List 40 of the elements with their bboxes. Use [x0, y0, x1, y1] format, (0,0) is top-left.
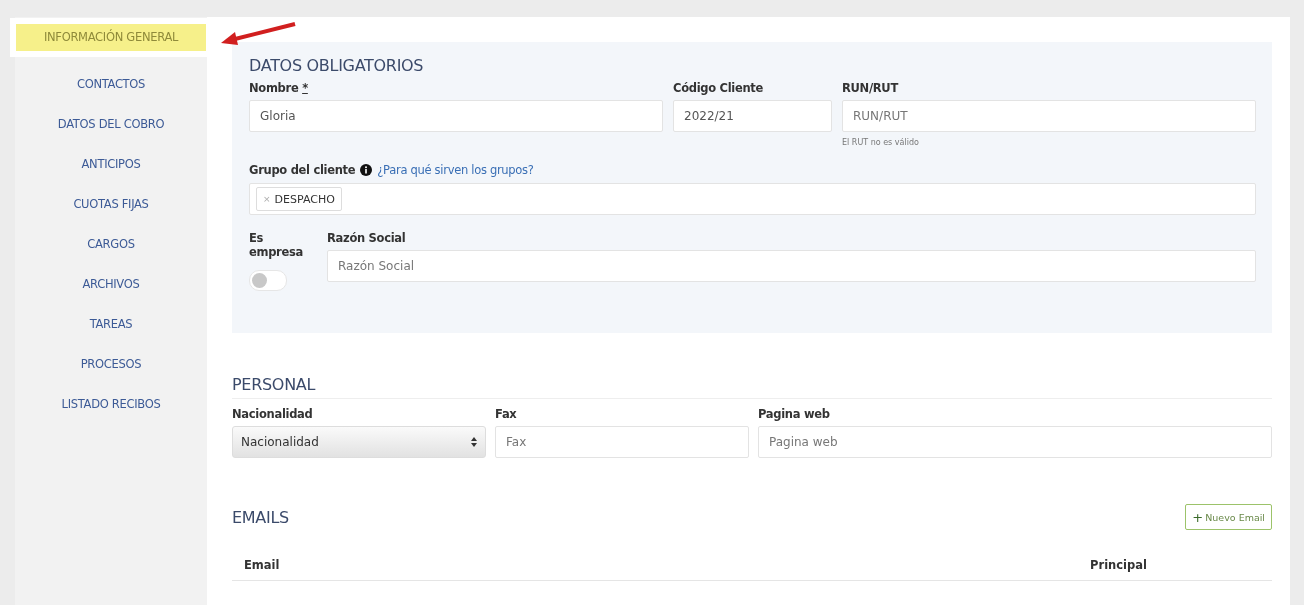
field-label: Grupo del cliente	[249, 163, 356, 177]
sidebar-item[interactable]: DATOS DEL COBRO	[57, 104, 165, 144]
field-label: Nombre *	[249, 81, 309, 95]
field-label: RUN/RUT	[842, 81, 900, 95]
section-title: PERSONAL	[232, 375, 1272, 399]
error-text: El RUT no es válido	[842, 138, 920, 147]
tag-label: DESPACHO	[274, 192, 335, 206]
field-label: Es empresa	[249, 231, 304, 259]
select-value: Nacionalidad	[241, 435, 319, 449]
updown-caret-icon	[471, 437, 477, 447]
input-field[interactable]: Fax	[495, 426, 749, 458]
sidebar-item[interactable]: PROCESOS	[80, 344, 142, 384]
input-field[interactable]: Gloria	[249, 100, 663, 132]
new-email-button[interactable]: +Nuevo Email	[1185, 504, 1272, 530]
toggle-switch[interactable]	[249, 270, 287, 291]
sidebar-item[interactable]: CUOTAS FIJAS	[73, 184, 149, 224]
input-field[interactable]: Razón Social	[327, 250, 1256, 282]
sidebar-item[interactable]: LISTADO RECIBOS	[61, 384, 161, 424]
select-dropdown[interactable]: Nacionalidad	[232, 426, 486, 458]
tag-input-field[interactable]: × DESPACHO	[249, 183, 1256, 215]
field-label: Fax	[495, 407, 518, 421]
field-label: Razón Social	[327, 231, 407, 245]
sidebar-item[interactable]: CARGOS	[87, 224, 135, 264]
section-title: EMAILS	[232, 507, 289, 527]
input-field[interactable]: Pagina web	[758, 426, 1272, 458]
column-header: Email	[244, 558, 280, 572]
info-icon	[360, 164, 373, 176]
column-header: Principal	[1090, 558, 1147, 572]
tag-chip[interactable]: × DESPACHO	[256, 187, 342, 211]
sidebar-item[interactable]: ANTICIPOS	[81, 144, 141, 184]
field-label: Nacionalidad	[232, 407, 314, 421]
section-title: DATOS OBLIGATORIOS	[249, 56, 425, 75]
input-field[interactable]: RUN/RUT	[842, 100, 1256, 132]
field-label: Pagina web	[758, 407, 831, 421]
help-link[interactable]: ¿Para qué sirven los grupos?	[377, 163, 534, 177]
input-field[interactable]: 2022/21	[673, 100, 832, 132]
sidebar-item[interactable]: TAREAS	[89, 304, 133, 344]
field-label: Código Cliente	[673, 81, 765, 95]
sidebar-item[interactable]: ARCHIVOS	[82, 264, 140, 304]
sidebar-item[interactable]: CONTACTOS	[76, 64, 146, 104]
